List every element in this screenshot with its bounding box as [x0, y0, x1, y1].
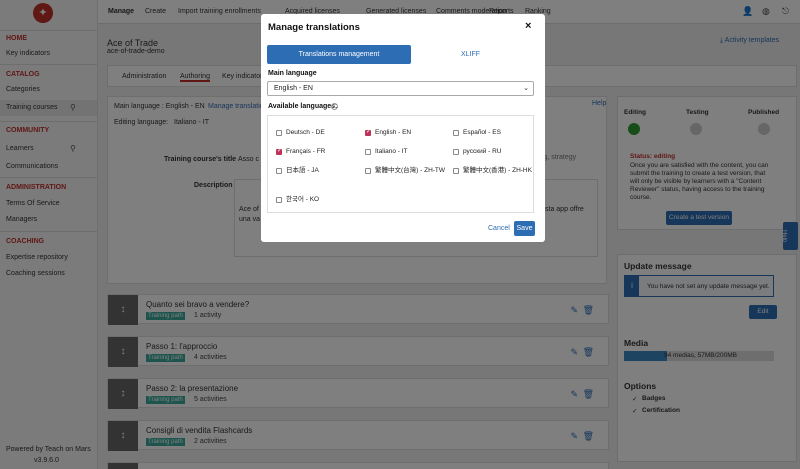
cancel-button[interactable]: Cancel [488, 225, 510, 232]
close-icon[interactable]: × [525, 20, 531, 32]
tab-xliff[interactable]: XLIFF [461, 51, 480, 58]
modal-title: Manage translations [268, 22, 360, 33]
lang-label-zh-tw[interactable]: 繁體中文(台灣) - ZH-TW [375, 167, 447, 175]
manage-translations-modal: Manage translations × Translations manag… [261, 14, 545, 242]
lang-checkbox-it[interactable] [365, 149, 371, 155]
lang-checkbox-es[interactable] [453, 130, 459, 136]
lang-label-en[interactable]: English - EN [375, 129, 411, 137]
lang-checkbox-zh-tw[interactable] [365, 168, 371, 174]
lang-checkbox-en[interactable] [365, 128, 371, 136]
tab-translations-management[interactable]: Translations management [267, 45, 411, 64]
info-icon[interactable]: i [331, 103, 338, 110]
lang-label-ru[interactable]: русский - RU [463, 148, 502, 156]
lang-label-ja[interactable]: 日本語 - JA [286, 167, 319, 175]
lang-checkbox-fr[interactable] [276, 147, 282, 155]
lang-checkbox-de[interactable] [276, 130, 282, 136]
lang-label-it[interactable]: Italiano - IT [375, 148, 408, 156]
main-language-label: Main language [268, 70, 317, 77]
lang-checkbox-zh-hk[interactable] [453, 168, 459, 174]
chevron-down-icon: ⌄ [523, 85, 529, 92]
lang-label-ko[interactable]: 한국어 - KO [286, 196, 319, 204]
save-button[interactable]: Save [514, 221, 535, 236]
main-language-value: English - EN [274, 85, 313, 92]
lang-label-es[interactable]: Español - ES [463, 129, 501, 137]
lang-label-fr[interactable]: Français - FR [286, 148, 325, 156]
lang-label-de[interactable]: Deutsch - DE [286, 129, 325, 137]
lang-checkbox-ko[interactable] [276, 197, 282, 203]
available-languages-list: Deutsch - DE English - EN Español - ES F… [267, 115, 534, 213]
lang-label-zh-hk[interactable]: 繁體中文(香港) - ZH-HK [463, 167, 533, 175]
available-languages-label: Available languages: [268, 103, 338, 110]
main-language-select[interactable]: English - EN ⌄ [267, 81, 534, 96]
lang-checkbox-ru[interactable] [453, 149, 459, 155]
lang-checkbox-ja[interactable] [276, 168, 282, 174]
